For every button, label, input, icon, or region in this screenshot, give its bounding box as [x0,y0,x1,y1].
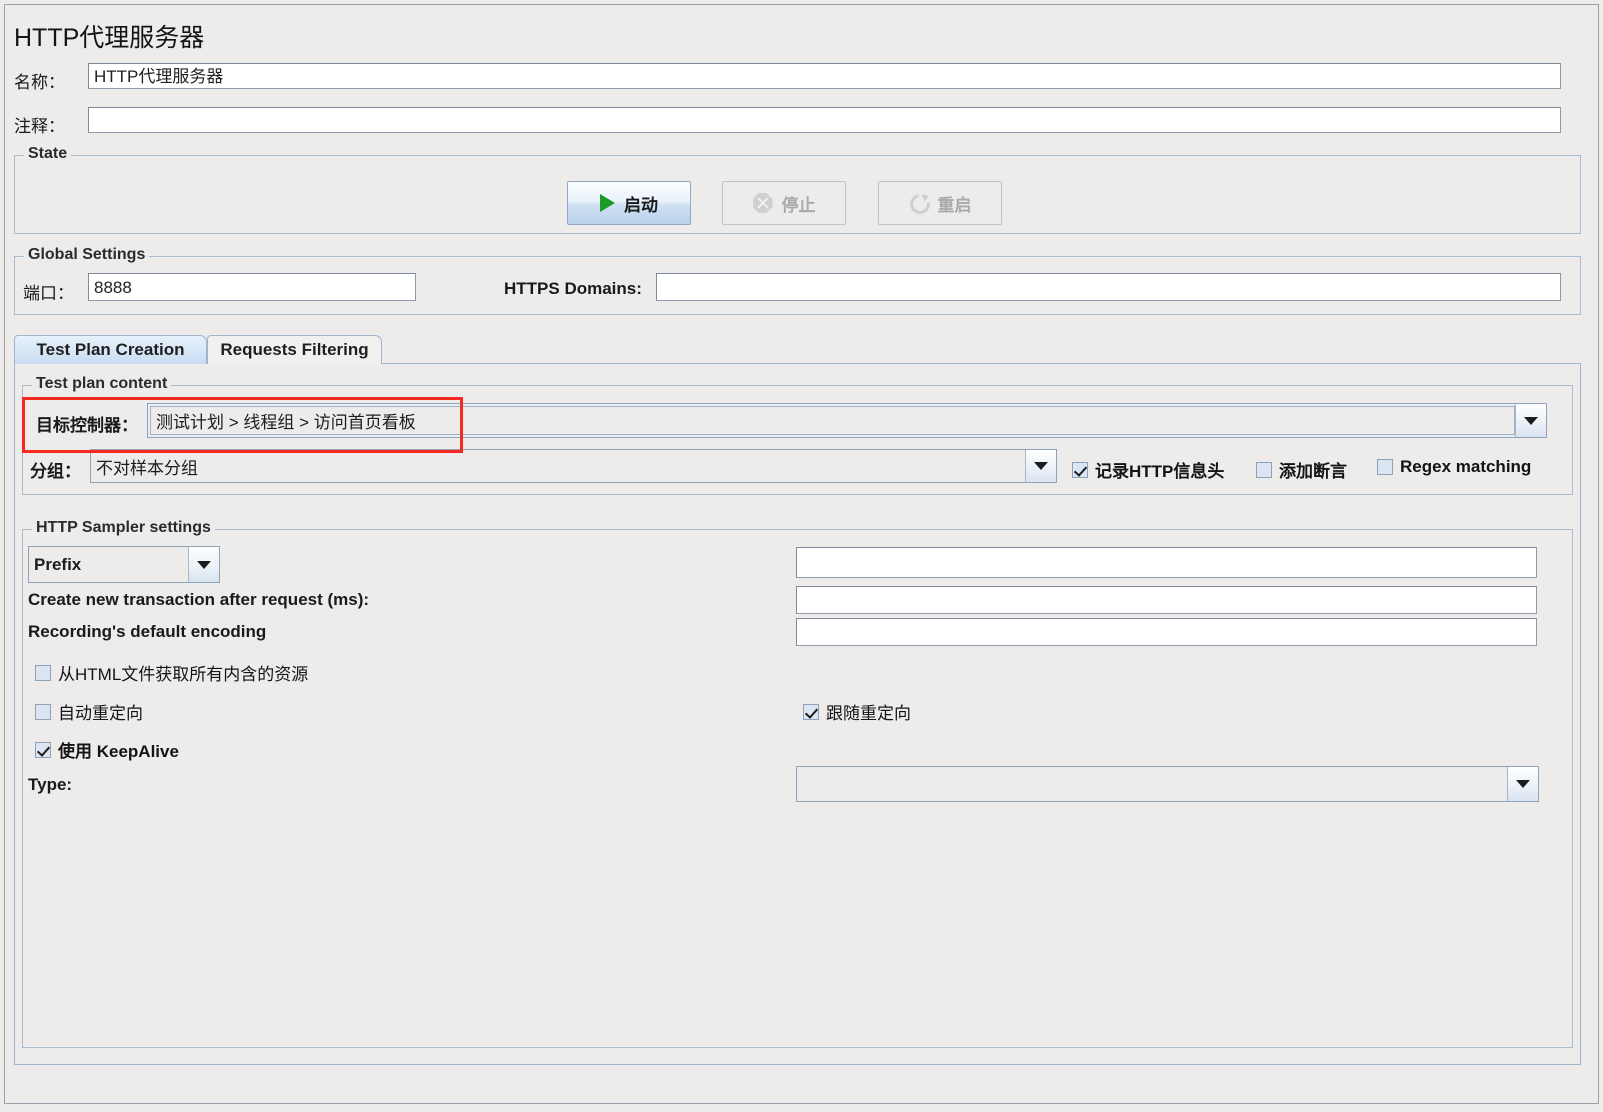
target-controller-value: 测试计划 > 线程组 > 访问首页看板 [150,406,1515,435]
checkbox-box[interactable] [1072,462,1088,478]
prefix-mode-value: Prefix [29,547,188,582]
checkbox-follow-redirect-label: 跟随重定向 [826,699,911,724]
checkbox-box[interactable] [35,742,51,758]
tab-test-plan-creation[interactable]: Test Plan Creation [14,335,207,364]
name-input[interactable]: HTTP代理服务器 [88,63,1561,89]
restart-button[interactable]: 重启 [878,181,1002,225]
stop-icon [753,193,773,213]
name-label: 名称： [14,68,65,93]
chevron-down-icon[interactable] [1025,450,1056,482]
start-button[interactable]: 启动 [567,181,691,225]
checkbox-box[interactable] [35,704,51,720]
checkbox-box[interactable] [1377,459,1393,475]
port-label: 端口： [23,279,74,304]
checkbox-regex-matching[interactable]: Regex matching [1377,457,1531,477]
play-icon [600,194,615,212]
tabstrip: Test Plan Creation Requests Filtering [14,335,1581,364]
prefix-input[interactable] [796,547,1537,578]
http-proxy-server-window: HTTP代理服务器 名称： HTTP代理服务器 注释： State 启动 停止 … [0,0,1603,1112]
grouping-label: 分组： [30,457,81,482]
checkbox-auto-redirect-label: 自动重定向 [58,699,143,724]
chevron-down-icon[interactable] [1507,767,1538,801]
prefix-mode-combo[interactable]: Prefix [28,546,220,583]
default-encoding-label: Recording's default encoding [28,622,266,642]
comment-label: 注释： [14,112,65,137]
type-label: Type: [28,775,72,795]
checkbox-box[interactable] [803,704,819,720]
test-plan-content-groupbox-title: Test plan content [32,375,171,393]
checkbox-retrieve-embedded-resources-label: 从HTML文件获取所有内含的资源 [58,660,308,685]
checkbox-add-assertions[interactable]: 添加断言 [1256,457,1347,482]
checkbox-auto-redirect[interactable]: 自动重定向 [35,699,143,724]
checkbox-retrieve-embedded-resources[interactable]: 从HTML文件获取所有内含的资源 [35,660,308,685]
stop-button-label: 停止 [782,191,816,216]
target-controller-label: 目标控制器： [36,411,138,436]
start-button-label: 启动 [624,191,658,216]
chevron-down-icon[interactable] [188,547,219,582]
chevron-down-icon[interactable] [1515,404,1546,437]
tab-test-plan-creation-label: Test Plan Creation [37,340,185,360]
port-input[interactable]: 8888 [88,273,416,301]
checkbox-box[interactable] [1256,462,1272,478]
comment-input[interactable] [88,107,1561,133]
checkbox-follow-redirect[interactable]: 跟随重定向 [803,699,911,724]
checkbox-record-http-headers[interactable]: 记录HTTP信息头 [1072,457,1224,482]
checkbox-regex-matching-label: Regex matching [1400,457,1531,477]
restart-button-label: 重启 [938,191,972,216]
tab-requests-filtering-label: Requests Filtering [220,340,368,360]
type-value [797,767,1507,801]
new-transaction-label: Create new transaction after request (ms… [28,590,369,610]
global-settings-groupbox-title: Global Settings [24,246,149,264]
grouping-value: 不对样本分组 [91,450,1025,482]
new-transaction-input[interactable] [796,586,1537,614]
type-combo[interactable] [796,766,1539,802]
checkbox-add-assertions-label: 添加断言 [1279,457,1347,482]
grouping-combo[interactable]: 不对样本分组 [90,449,1057,483]
http-sampler-settings-groupbox-title: HTTP Sampler settings [32,519,215,537]
tab-requests-filtering[interactable]: Requests Filtering [207,335,382,364]
https-domains-input[interactable] [656,273,1561,301]
checkbox-use-keepalive-label: 使用 KeepAlive [58,737,179,762]
target-controller-combo[interactable]: 测试计划 > 线程组 > 访问首页看板 [147,403,1547,438]
stop-button[interactable]: 停止 [722,181,846,225]
page-title: HTTP代理服务器 [14,18,204,54]
checkbox-box[interactable] [35,665,51,681]
state-groupbox-title: State [24,145,71,163]
https-domains-label: HTTPS Domains: [504,279,642,299]
checkbox-use-keepalive[interactable]: 使用 KeepAlive [35,737,179,762]
default-encoding-input[interactable] [796,618,1537,646]
restart-icon [909,193,929,213]
checkbox-record-http-headers-label: 记录HTTP信息头 [1095,457,1224,482]
